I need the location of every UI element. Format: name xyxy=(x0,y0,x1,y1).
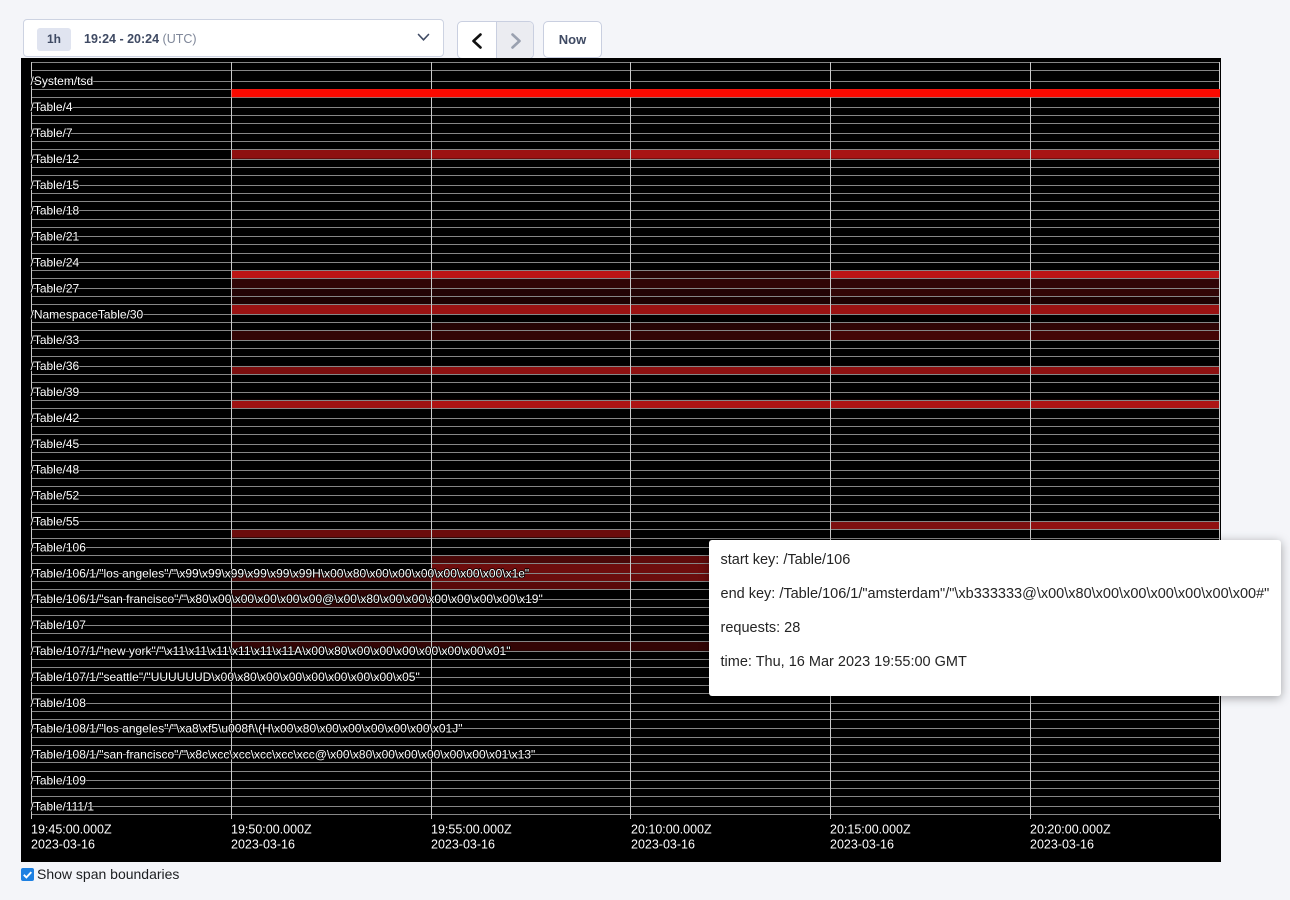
svg-text:/Table/55: /Table/55 xyxy=(31,515,80,529)
svg-text:/Table/109: /Table/109 xyxy=(31,774,87,788)
svg-text:19:45:00.000Z: 19:45:00.000Z xyxy=(31,823,112,837)
svg-text:/Table/107: /Table/107 xyxy=(31,618,87,632)
svg-text:20:20:00.000Z: 20:20:00.000Z xyxy=(1030,823,1111,837)
svg-text:/Table/7: /Table/7 xyxy=(31,126,73,140)
svg-text:/Table/107/1/"seattle"/"UUUUUU: /Table/107/1/"seattle"/"UUUUUUD\x00\x80\… xyxy=(31,670,420,684)
svg-text:/System/tsd: /System/tsd xyxy=(31,74,94,88)
svg-text:/Table/108: /Table/108 xyxy=(31,696,87,710)
svg-text:20:10:00.000Z: 20:10:00.000Z xyxy=(631,823,712,837)
svg-text:2023-03-16: 2023-03-16 xyxy=(31,838,95,852)
svg-text:/Table/33: /Table/33 xyxy=(31,333,80,347)
svg-text:19:50:00.000Z: 19:50:00.000Z xyxy=(231,823,312,837)
svg-text:2023-03-16: 2023-03-16 xyxy=(231,838,295,852)
svg-text:2023-03-16: 2023-03-16 xyxy=(1030,838,1094,852)
svg-text:/Table/106/1/"san francisco"/": /Table/106/1/"san francisco"/"\x80\x00\x… xyxy=(31,592,543,606)
svg-text:/Table/111/1: /Table/111/1 xyxy=(31,799,95,813)
svg-text:/Table/12: /Table/12 xyxy=(31,152,80,166)
svg-text:/Table/18: /Table/18 xyxy=(31,204,80,218)
svg-text:/Table/21: /Table/21 xyxy=(31,230,80,244)
svg-text:/Table/42: /Table/42 xyxy=(31,411,80,425)
svg-text:/Table/106: /Table/106 xyxy=(31,540,87,554)
svg-text:20:15:00.000Z: 20:15:00.000Z xyxy=(830,823,911,837)
svg-text:/Table/106/1/"los angeles"/"\x: /Table/106/1/"los angeles"/"\x99\x99\x99… xyxy=(31,566,530,580)
svg-text:2023-03-16: 2023-03-16 xyxy=(631,838,695,852)
svg-text:/Table/107/1/"new york"/"\x11\: /Table/107/1/"new york"/"\x11\x11\x11\x1… xyxy=(31,644,511,658)
svg-text:2023-03-16: 2023-03-16 xyxy=(830,838,894,852)
svg-text:/Table/4: /Table/4 xyxy=(31,100,73,114)
svg-text:/Table/108/1/"los angeles"/"\x: /Table/108/1/"los angeles"/"\xa8\xf5\u00… xyxy=(31,722,463,736)
svg-text:2023-03-16: 2023-03-16 xyxy=(431,838,495,852)
svg-text:19:55:00.000Z: 19:55:00.000Z xyxy=(431,823,512,837)
svg-text:/Table/108/1/"san francisco"/": /Table/108/1/"san francisco"/"\x8c\xcc\x… xyxy=(31,748,536,762)
svg-text:/Table/24: /Table/24 xyxy=(31,256,80,270)
svg-text:/Table/15: /Table/15 xyxy=(31,178,80,192)
svg-text:/Table/48: /Table/48 xyxy=(31,463,80,477)
svg-text:/Table/52: /Table/52 xyxy=(31,489,80,503)
svg-text:/Table/45: /Table/45 xyxy=(31,437,80,451)
svg-text:/Table/39: /Table/39 xyxy=(31,385,80,399)
svg-text:/Table/27: /Table/27 xyxy=(31,281,80,295)
svg-text:/Table/36: /Table/36 xyxy=(31,359,80,373)
svg-text:/NamespaceTable/30: /NamespaceTable/30 xyxy=(31,307,144,321)
